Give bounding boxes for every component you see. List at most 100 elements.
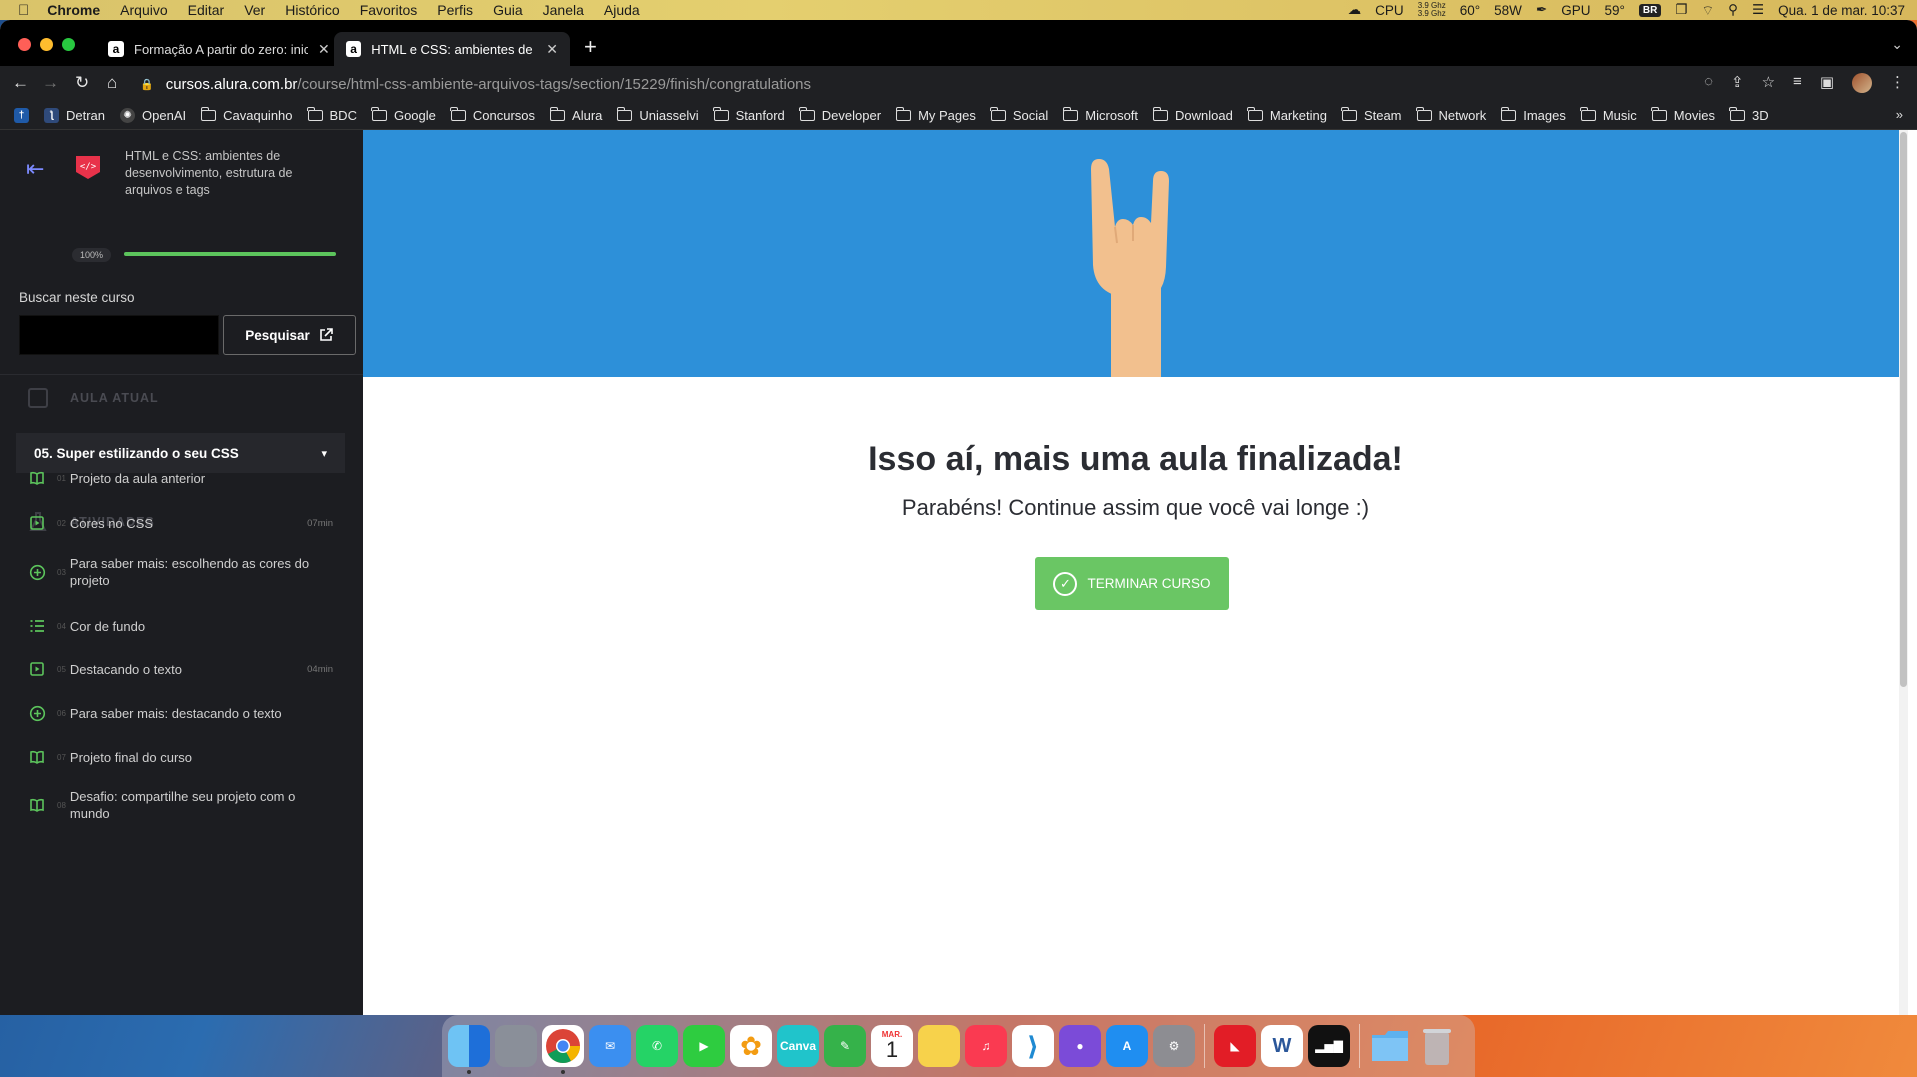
- finish-course-button[interactable]: ✓ TERMINAR CURSO: [1035, 557, 1229, 610]
- gpu-label[interactable]: GPU: [1561, 3, 1590, 18]
- facetime-icon[interactable]: ▶: [683, 1025, 725, 1067]
- activity-item[interactable]: 07 Projeto final do curso: [28, 748, 333, 766]
- reading-list-icon[interactable]: ≡: [1793, 73, 1802, 93]
- scrollbar-thumb[interactable]: [1900, 132, 1907, 687]
- close-window-button[interactable]: [18, 38, 31, 51]
- whatsapp-icon[interactable]: ✆: [636, 1025, 678, 1067]
- search-icon[interactable]: ⚲: [1728, 2, 1738, 18]
- course-title[interactable]: HTML e CSS: ambientes de desenvolvimento…: [125, 148, 325, 199]
- bookmark-folder-social[interactable]: Social: [990, 107, 1048, 123]
- side-panel-icon[interactable]: ▣: [1820, 73, 1834, 93]
- menu-ajuda[interactable]: Ajuda: [604, 2, 640, 18]
- pen-app-icon[interactable]: ✎: [824, 1025, 866, 1067]
- finder-icon[interactable]: [448, 1025, 490, 1074]
- music-icon[interactable]: ♫: [965, 1025, 1007, 1067]
- bookmark-folder-steam[interactable]: Steam: [1341, 107, 1402, 123]
- bookmarks-overflow-icon[interactable]: »: [1896, 107, 1903, 122]
- feather-icon[interactable]: ✒: [1536, 2, 1547, 18]
- bookmark-folder-developer[interactable]: Developer: [799, 107, 881, 123]
- menu-janela[interactable]: Janela: [543, 2, 584, 18]
- menu-ver[interactable]: Ver: [244, 2, 265, 18]
- power-reading[interactable]: 58W: [1494, 3, 1522, 18]
- cpu-temp[interactable]: 60°: [1460, 3, 1480, 18]
- system-settings-icon[interactable]: ⚙: [1153, 1025, 1195, 1067]
- bookmark-folder-images[interactable]: Images: [1500, 107, 1566, 123]
- apple-menu-icon[interactable]: : [18, 2, 29, 19]
- menubar-clock[interactable]: Qua. 1 de mar. 10:37: [1778, 3, 1905, 18]
- bookmark-folder-3d[interactable]: 3D: [1729, 107, 1769, 123]
- bookmark-pin-icon[interactable]: †: [14, 108, 29, 123]
- notes-icon[interactable]: [918, 1025, 960, 1067]
- control-center-icon[interactable]: ☰: [1752, 2, 1764, 18]
- bookmark-folder-alura[interactable]: Alura: [549, 107, 602, 123]
- bookmark-folder-stanford[interactable]: Stanford: [713, 107, 785, 123]
- activity-item[interactable]: 02 Cores no CSS 07min: [28, 514, 333, 532]
- activity-item[interactable]: 08 Desafio: compartilhe seu projeto com o…: [28, 788, 333, 822]
- calendar-icon[interactable]: MAR. 1: [871, 1025, 913, 1067]
- launchpad-icon[interactable]: [495, 1025, 537, 1067]
- bookmark-folder-uniasselvi[interactable]: Uniasselvi: [616, 107, 699, 123]
- close-tab-icon[interactable]: ✕: [546, 41, 558, 58]
- menu-arquivo[interactable]: Arquivo: [120, 2, 167, 18]
- bookmark-folder-microsoft[interactable]: Microsoft: [1062, 107, 1138, 123]
- chrome-icon[interactable]: [542, 1025, 584, 1074]
- lock-icon[interactable]: 🔒: [140, 78, 154, 91]
- activity-monitor-icon[interactable]: ▂▅▇: [1308, 1025, 1350, 1067]
- folder-icon[interactable]: [1369, 1025, 1411, 1067]
- bookmark-folder-music[interactable]: Music: [1580, 107, 1637, 123]
- bookmark-star-icon[interactable]: ☆: [1762, 73, 1775, 93]
- bookmark-folder-google[interactable]: Google: [371, 107, 436, 123]
- activity-item[interactable]: 06 Para saber mais: destacando o texto: [28, 704, 333, 722]
- profile-avatar[interactable]: [1852, 73, 1872, 93]
- photos-icon[interactable]: ✿: [730, 1025, 772, 1067]
- bookmark-folder-download[interactable]: Download: [1152, 107, 1233, 123]
- activity-item[interactable]: 05 Destacando o texto 04min: [28, 660, 333, 678]
- tab-html-css[interactable]: a HTML e CSS: ambientes de de ✕: [334, 32, 570, 66]
- home-icon[interactable]: ⌂: [107, 73, 117, 93]
- bookmark-openai[interactable]: ✺ OpenAI: [120, 108, 186, 123]
- share-icon[interactable]: ⇪: [1731, 73, 1744, 93]
- address-bar[interactable]: 🔒 cursos.alura.com.br/course/html-css-am…: [140, 70, 1790, 98]
- canva-icon[interactable]: Canva: [777, 1025, 819, 1067]
- collapse-sidebar-icon[interactable]: ⇤: [26, 158, 50, 180]
- more-menu-icon[interactable]: ⋮: [1890, 73, 1905, 93]
- input-source-badge[interactable]: BR: [1638, 3, 1662, 17]
- activity-item[interactable]: 01 Projeto da aula anterior: [28, 469, 333, 487]
- activity-item[interactable]: 04 Cor de fundo: [28, 617, 333, 635]
- bookmark-folder-bdc[interactable]: BDC: [307, 107, 357, 123]
- reload-icon[interactable]: ↻: [75, 73, 89, 93]
- app-store-icon[interactable]: A: [1106, 1025, 1148, 1067]
- eye-off-icon[interactable]: ◌: [1704, 73, 1713, 93]
- current-lesson-dropdown[interactable]: 05. Super estilizando o seu CSS ▾: [16, 433, 345, 473]
- vscode-icon[interactable]: ⟩: [1012, 1025, 1054, 1067]
- screen-mirror-icon[interactable]: ❐: [1675, 2, 1687, 18]
- new-tab-button[interactable]: +: [584, 34, 597, 60]
- trash-icon[interactable]: [1416, 1025, 1458, 1067]
- bookmark-folder-marketing[interactable]: Marketing: [1247, 107, 1327, 123]
- course-search-input[interactable]: [19, 315, 219, 355]
- mail-icon[interactable]: ✉: [589, 1025, 631, 1067]
- activity-item[interactable]: 03 Para saber mais: escolhendo as cores d…: [28, 555, 333, 589]
- bookmark-folder-network[interactable]: Network: [1416, 107, 1486, 123]
- menu-perfis[interactable]: Perfis: [437, 2, 473, 18]
- tab-search-chevron-icon[interactable]: ⌄: [1891, 36, 1903, 53]
- menu-guia[interactable]: Guia: [493, 2, 523, 18]
- menu-historico[interactable]: Histórico: [285, 2, 339, 18]
- bookmark-folder-movies[interactable]: Movies: [1651, 107, 1715, 123]
- page-scrollbar[interactable]: [1899, 130, 1908, 1015]
- amd-icon[interactable]: ◣: [1214, 1025, 1256, 1067]
- bookmark-folder-concursos[interactable]: Concursos: [450, 107, 535, 123]
- menu-favoritos[interactable]: Favoritos: [360, 2, 418, 18]
- back-arrow-icon[interactable]: ←: [12, 73, 29, 93]
- search-button[interactable]: Pesquisar: [223, 315, 356, 355]
- bookmark-folder-cavaquinho[interactable]: Cavaquinho: [200, 107, 293, 123]
- weather-icon[interactable]: ☁: [1348, 2, 1362, 18]
- close-tab-icon[interactable]: ✕: [318, 41, 330, 58]
- cpu-label[interactable]: CPU: [1375, 3, 1404, 18]
- menu-editar[interactable]: Editar: [188, 2, 225, 18]
- zoom-window-button[interactable]: [62, 38, 75, 51]
- word-icon[interactable]: W: [1261, 1025, 1303, 1067]
- menu-app-name[interactable]: Chrome: [47, 2, 100, 18]
- bookmark-detran[interactable]: ƪ Detran: [44, 108, 105, 123]
- forward-arrow-icon[interactable]: →: [42, 73, 59, 93]
